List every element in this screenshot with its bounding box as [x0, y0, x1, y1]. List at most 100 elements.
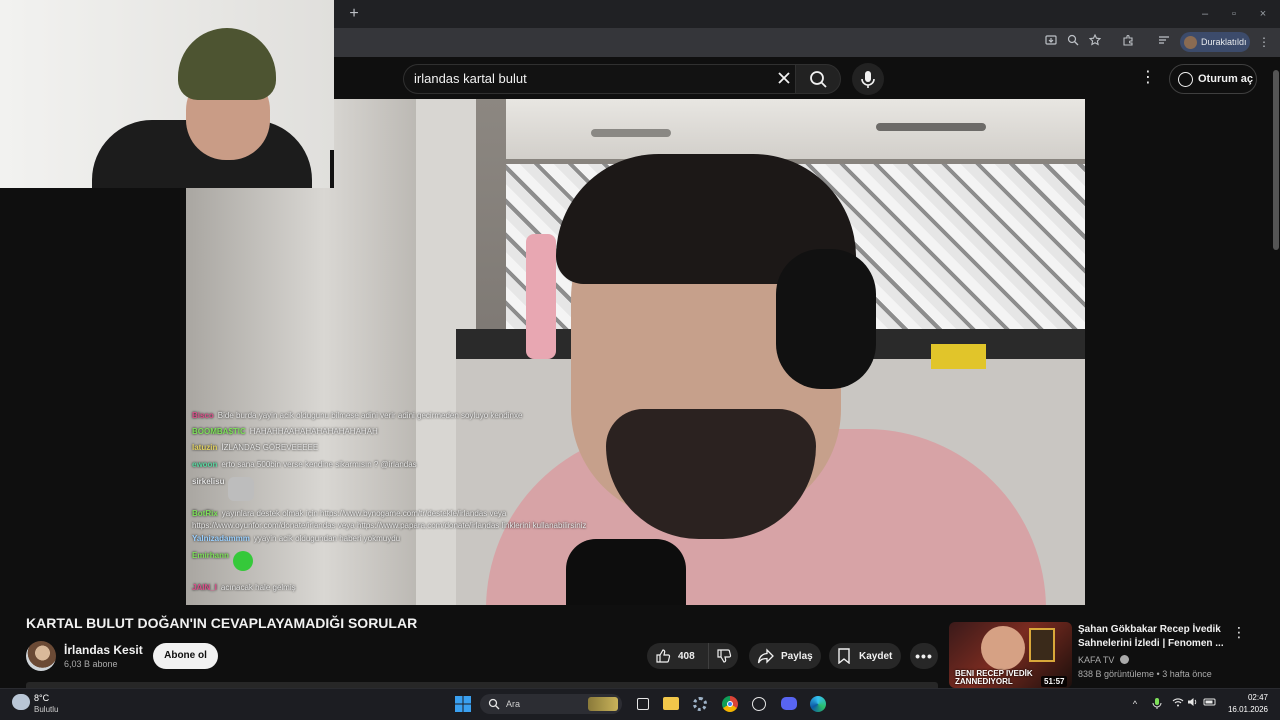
weather-description[interactable]: Bulutlu	[34, 705, 58, 714]
weather-icon[interactable]	[12, 694, 30, 710]
share-button[interactable]: Paylaş	[749, 643, 821, 669]
cabinet-handle-right	[876, 123, 986, 131]
discord-icon[interactable]	[779, 694, 799, 714]
clock-date[interactable]: 16.01.2026	[1226, 705, 1268, 714]
weather-temperature[interactable]: 8°C	[34, 693, 49, 703]
dislike-button[interactable]	[709, 643, 738, 669]
chat-message: Bisco Bide burda yayin acik oldugunu bilm…	[192, 411, 522, 421]
search-icon	[488, 698, 500, 710]
search-highlight-icon	[588, 697, 618, 711]
volume-icon[interactable]	[1186, 697, 1200, 711]
chat-text: HAHAHHAAHAHAHAHAHAHAHAH	[249, 427, 378, 436]
chat-text: İZLANDAS GÖREVEEEEE	[221, 443, 319, 452]
share-label: Paylaş	[781, 650, 813, 662]
bookmark-star-icon[interactable]	[1086, 33, 1104, 50]
chat-message: BotRix yayınlara destek olmak için https:…	[192, 509, 506, 519]
thumbs-up-icon	[656, 649, 671, 663]
chat-username: latuzin	[192, 443, 218, 452]
microphone	[566, 539, 686, 605]
thumbs-down-icon	[716, 649, 731, 663]
clear-search-icon[interactable]	[775, 68, 793, 88]
chat-text: acınacak hale gelmiş	[220, 583, 296, 592]
subscribe-button[interactable]: Abone ol	[153, 643, 218, 669]
smiley-emote-icon	[232, 551, 253, 571]
voice-search-button[interactable]	[852, 63, 884, 95]
extensions-icon[interactable]	[1119, 34, 1137, 50]
like-dislike-group: 408	[647, 643, 738, 669]
taskbar-search-label: Ara	[506, 699, 521, 709]
sign-in-button[interactable]: Oturum aç	[1169, 64, 1257, 94]
chrome-icon[interactable]	[720, 694, 740, 714]
chat-text: yayınlara destek olmak için https://www.…	[221, 509, 507, 518]
chat-text: Bide burda yayin acik oldugunu bilmese a…	[217, 411, 523, 420]
thumbnail-card	[1029, 628, 1055, 662]
chat-message: BOOMBA$TIC HAHAHHAAHAHAHAHAHAHAHAH	[192, 427, 378, 437]
save-button[interactable]: Kaydet	[829, 643, 901, 669]
webcam-overlay	[0, 0, 334, 188]
recommended-channel[interactable]: KAFA TV	[1078, 655, 1129, 665]
chat-message: JAIN_I acınacak hale gelmiş	[192, 583, 296, 593]
clock-time[interactable]: 02:47	[1240, 693, 1268, 702]
like-button[interactable]: 408	[647, 643, 709, 669]
recommended-channel-name: KAFA TV	[1078, 655, 1115, 665]
pink-bottle	[526, 234, 556, 359]
zoom-icon[interactable]	[1064, 34, 1082, 50]
account-icon	[1178, 71, 1193, 87]
chat-username: Emirhann	[192, 551, 229, 560]
chat-username: sirkelisu	[192, 477, 225, 486]
verified-icon	[1119, 655, 1129, 664]
new-tab-button[interactable]: +	[344, 4, 364, 24]
chat-username: Yalnizadammm	[192, 534, 250, 543]
yellow-container	[931, 344, 986, 369]
windows-logo-icon	[455, 696, 471, 712]
more-actions-button[interactable]: •••	[910, 643, 938, 669]
share-icon	[757, 648, 774, 664]
recommended-title[interactable]: Şahan Gökbakar Recep İvedik Sahnelerini …	[1078, 623, 1228, 651]
search-input[interactable]: irlandas kartal bulut	[414, 70, 764, 88]
bookmark-icon	[838, 648, 850, 664]
recommended-menu-icon[interactable]: ⋮	[1232, 623, 1246, 641]
minimize-button[interactable]: –	[1196, 5, 1214, 23]
profile-label: Duraklatıldı	[1201, 37, 1247, 47]
chat-username: JAIN_I	[192, 583, 217, 592]
headphones	[776, 249, 876, 389]
file-explorer-icon[interactable]	[661, 694, 681, 714]
chat-username: ewoon	[192, 460, 218, 469]
edge-icon[interactable]	[808, 694, 828, 714]
settings-gear-icon[interactable]	[690, 694, 710, 714]
sign-in-label: Oturum aç	[1198, 73, 1254, 85]
task-view-icon[interactable]	[633, 694, 653, 714]
battery-icon[interactable]	[1203, 697, 1217, 711]
chat-message: latuzin İZLANDAS GÖREVEEEEE	[192, 443, 318, 453]
more-horizontal-icon: •••	[915, 648, 933, 664]
maximize-button[interactable]: ▫	[1225, 5, 1243, 23]
recommended-meta: 838 B görüntüleme • 3 hafta önce	[1078, 669, 1212, 679]
browser-menu-icon[interactable]: ⋮	[1257, 34, 1271, 50]
scrollbar-thumb[interactable]	[1273, 70, 1279, 250]
channel-name[interactable]: İrlandas Kesit	[64, 643, 143, 657]
chat-username: BOOMBA$TIC	[192, 427, 246, 436]
microphone-tray-icon[interactable]	[1150, 697, 1164, 711]
taskbar-search[interactable]: Ara	[480, 694, 622, 714]
chat-text: https://www.oyunfor.com/donate/irlandas …	[192, 521, 587, 530]
install-app-icon[interactable]	[1042, 34, 1060, 50]
browser-tab-bar	[334, 0, 1280, 28]
channel-avatar[interactable]	[26, 641, 56, 671]
chat-username: Bisco	[192, 411, 214, 420]
chat-message: Emirhann	[192, 551, 253, 571]
profile-paused-chip[interactable]: Duraklatıldı	[1180, 32, 1250, 52]
chat-message: Yalnizadammm yyayin acik oldugundan haber…	[192, 534, 400, 544]
tray-overflow-icon[interactable]: ^	[1128, 697, 1142, 711]
like-count: 408	[678, 650, 695, 662]
start-button[interactable]	[453, 694, 473, 714]
webcam-edge	[330, 150, 334, 188]
settings-menu-icon[interactable]: ⋮	[1140, 68, 1156, 88]
search-button[interactable]	[795, 64, 841, 94]
tab-search-icon[interactable]	[1155, 34, 1173, 50]
search-icon	[810, 71, 827, 88]
microphone-icon	[861, 71, 875, 88]
wifi-icon[interactable]	[1171, 697, 1185, 711]
steam-icon[interactable]	[749, 694, 769, 714]
chat-text: erto sana 500bin verse kendine sikarmısı…	[221, 460, 417, 469]
close-window-button[interactable]: ×	[1254, 5, 1272, 23]
